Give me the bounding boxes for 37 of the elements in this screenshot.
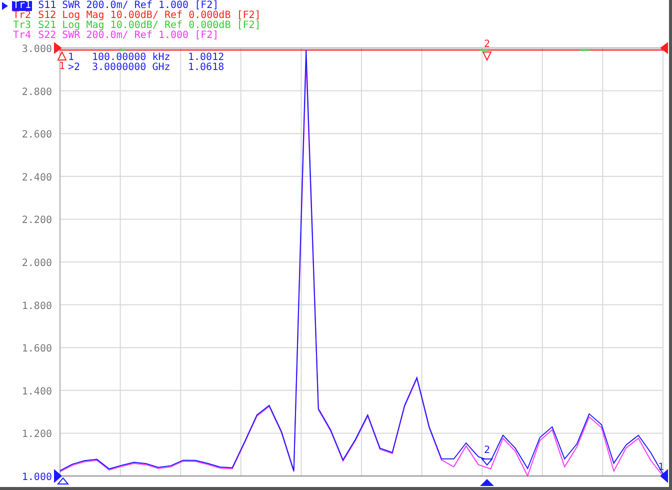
marker-number: 1: [68, 53, 74, 63]
y-axis-label: 3.000: [22, 44, 52, 55]
trace-label[interactable]: Tr3: [12, 21, 32, 31]
marker-stimulus: 100.00000 kHz: [92, 53, 172, 63]
y-axis-label: 1.600: [22, 344, 52, 355]
reference-arrow-icon: [660, 42, 668, 54]
reference-arrow-icon: [660, 469, 668, 483]
reference-arrow-icon: [54, 469, 62, 483]
y-axis-label: 2.000: [22, 258, 52, 269]
trace-settings: S12 Log Mag 10.00dB/ Ref 0.000dB [F2]: [38, 11, 261, 21]
marker-triangle-icon: [482, 52, 492, 62]
marker-triangle-icon: [56, 477, 70, 484]
marker-value: 1.0618: [188, 63, 224, 73]
y-axis-label: 1.000: [22, 472, 52, 483]
trace-label[interactable]: Tr4: [12, 31, 32, 41]
y-axis-label: 2.600: [22, 130, 52, 141]
trace-label[interactable]: Tr2: [12, 11, 32, 21]
marker-triangle-icon: [57, 50, 67, 60]
y-axis-label: 2.400: [22, 172, 52, 184]
reference-arrow-icon: [54, 42, 62, 54]
marker-number: 1: [58, 61, 66, 72]
y-axis-label: 2.200: [22, 215, 52, 226]
marker-triangle-icon: [480, 458, 494, 466]
y-axis-label: 1.400: [22, 386, 52, 398]
trace-settings: S21 Log Mag 10.00dB/ Ref 0.000dB [F2]: [38, 21, 261, 31]
marker-number: 2: [484, 39, 490, 50]
trace-label[interactable]: Tr1: [12, 1, 32, 11]
trace-settings: S22 SWR 200.0m/ Ref 1.000 [F2]: [38, 31, 219, 41]
marker-number: 2: [484, 445, 490, 456]
y-axis-label: 1.200: [22, 429, 52, 440]
marker-number: >2: [68, 63, 82, 73]
y-axis-label: 2.800: [22, 86, 52, 98]
marker-value: 1.0012: [188, 53, 224, 63]
stimulus-marker-icon: [480, 479, 494, 486]
marker-stimulus: 3.0000000 GHz: [92, 63, 172, 73]
y-axis-label: 1.800: [22, 300, 52, 312]
trace-settings: S11 SWR 200.0m/ Ref 1.000 [F2]: [38, 1, 219, 11]
